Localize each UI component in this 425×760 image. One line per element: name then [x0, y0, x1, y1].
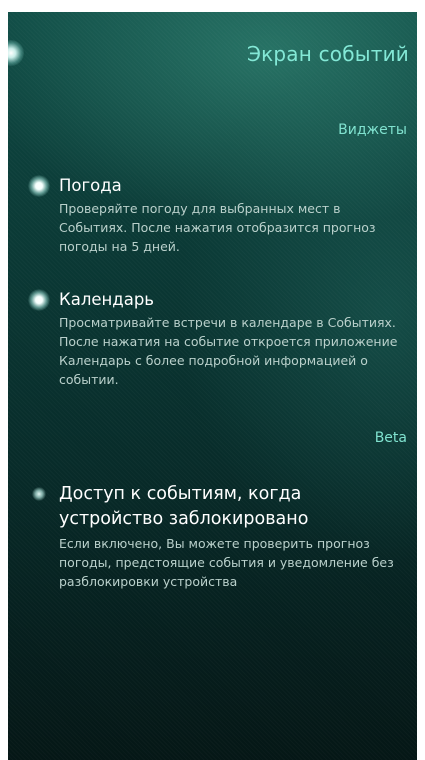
- weather-widget-setting[interactable]: Погода Проверяйте погоду для выбранных м…: [28, 175, 399, 256]
- calendar-widget-setting[interactable]: Календарь Просматривайте встречи в кален…: [28, 289, 399, 389]
- lockscreen-access-setting[interactable]: Доступ к событиям, когда устройство забл…: [32, 482, 399, 591]
- section-header-widgets: Виджеты: [338, 122, 407, 138]
- lockscreen-toggle-glow[interactable]: [32, 487, 46, 501]
- lockscreen-description: Если включено, Вы можете проверить прогн…: [59, 536, 394, 589]
- back-indicator-glow[interactable]: [8, 40, 24, 66]
- events-screen: Экран событий Виджеты Погода Проверяйте …: [8, 12, 417, 760]
- section-header-beta: Beta: [374, 430, 407, 446]
- calendar-title: Календарь: [59, 290, 155, 309]
- weather-toggle-glow[interactable]: [28, 175, 50, 197]
- page-title: Экран событий: [246, 42, 409, 66]
- weather-title: Погода: [59, 176, 122, 195]
- weather-description: Проверяйте погоду для выбранных мест в С…: [59, 201, 376, 254]
- calendar-toggle-glow[interactable]: [28, 289, 50, 311]
- lockscreen-title: Доступ к событиям, когда устройство забл…: [59, 484, 309, 529]
- calendar-description: Просматривайте встречи в календаре в Соб…: [59, 315, 398, 387]
